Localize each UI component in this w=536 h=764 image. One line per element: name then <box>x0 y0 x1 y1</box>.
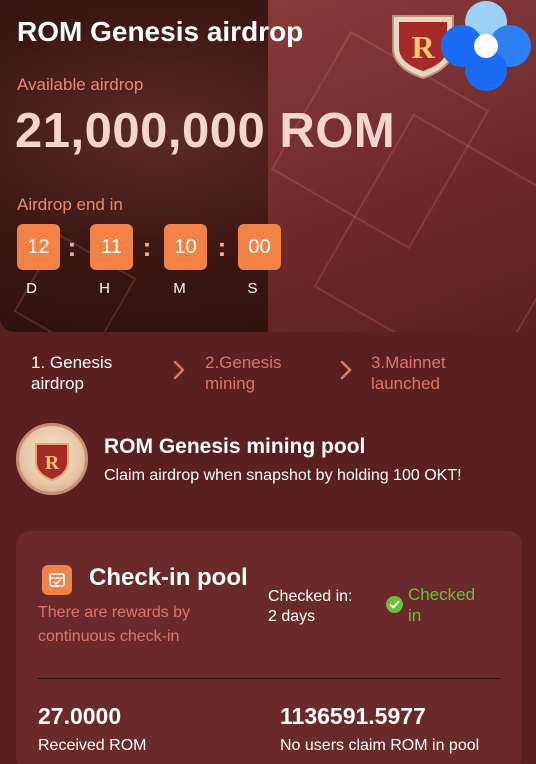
checked-in-status: Checked in <box>386 584 496 628</box>
step-label-line1: 3.Mainnet <box>371 353 446 372</box>
step-label-line1: 1. Genesis <box>31 353 113 372</box>
calendar-icon <box>42 565 72 595</box>
received-rom-label: Received ROM <box>38 737 147 754</box>
step-label-line2: mining <box>205 374 256 393</box>
checkin-subtitle: There are rewards by continuous check-in <box>38 601 248 649</box>
rom-shield-icon: R <box>35 443 69 482</box>
countdown-hours: 11 <box>90 224 133 270</box>
checked-in-count: Checked in: 2 days <box>268 587 378 627</box>
countdown-unit-minutes: M <box>173 280 186 297</box>
checkin-title: Check-in pool <box>89 564 248 591</box>
countdown-seconds: 00 <box>238 224 281 270</box>
countdown-unit-seconds: S <box>247 280 258 297</box>
step-label-line1: 2.Genesis <box>205 353 282 372</box>
pool-description: Claim airdrop when snapshot by holding 1… <box>104 467 462 484</box>
pool-title: ROM Genesis mining pool <box>104 435 366 458</box>
checked-in-status-text: Checked in <box>408 584 498 626</box>
step-mainnet-launched[interactable]: 3.Mainnet launched <box>371 352 481 394</box>
checkin-subtitle-line2: continuous check-in <box>38 628 180 645</box>
checked-in-days: 2 days <box>268 608 316 625</box>
countdown-timer: 12 : 11 : 10 : 00 <box>17 224 317 270</box>
page-title: ROM Genesis airdrop <box>17 16 304 47</box>
rom-pool-badge: R <box>16 423 88 495</box>
check-circle-icon <box>386 596 403 613</box>
received-rom-value: 27.0000 <box>38 703 122 729</box>
countdown-separator: : <box>217 232 227 262</box>
chevron-right-icon <box>173 360 185 380</box>
status-line1: Checked <box>408 585 476 604</box>
card-divider <box>38 678 500 679</box>
countdown-minutes: 10 <box>164 224 207 270</box>
okx-logo-icon <box>441 1 531 91</box>
countdown-separator: : <box>142 232 152 262</box>
unclaimed-rom-value: 1136591.5977 <box>280 703 426 729</box>
available-airdrop-label: Available airdrop <box>17 75 144 94</box>
checkin-subtitle-line1: There are rewards by <box>38 604 191 621</box>
step-genesis-mining[interactable]: 2.Genesis mining <box>205 352 315 394</box>
countdown-unit-days: D <box>26 280 37 297</box>
rom-logo-letter: R <box>411 29 435 65</box>
status-line2: in <box>408 606 422 625</box>
countdown-unit-hours: H <box>99 280 110 297</box>
pool-badge-letter: R <box>45 452 60 474</box>
countdown-days: 12 <box>17 224 60 270</box>
unclaimed-rom-label: No users claim ROM in pool <box>280 737 480 754</box>
chevron-right-icon <box>340 360 352 380</box>
step-label-line2: airdrop <box>31 374 84 393</box>
countdown-separator: : <box>67 232 77 262</box>
step-genesis-airdrop[interactable]: 1. Genesis airdrop <box>31 352 141 394</box>
available-airdrop-amount: 21,000,000 ROM <box>15 104 396 158</box>
step-label-line2: launched <box>371 374 441 393</box>
airdrop-end-label: Airdrop end in <box>17 195 123 214</box>
checked-in-label: Checked in: <box>268 588 353 605</box>
